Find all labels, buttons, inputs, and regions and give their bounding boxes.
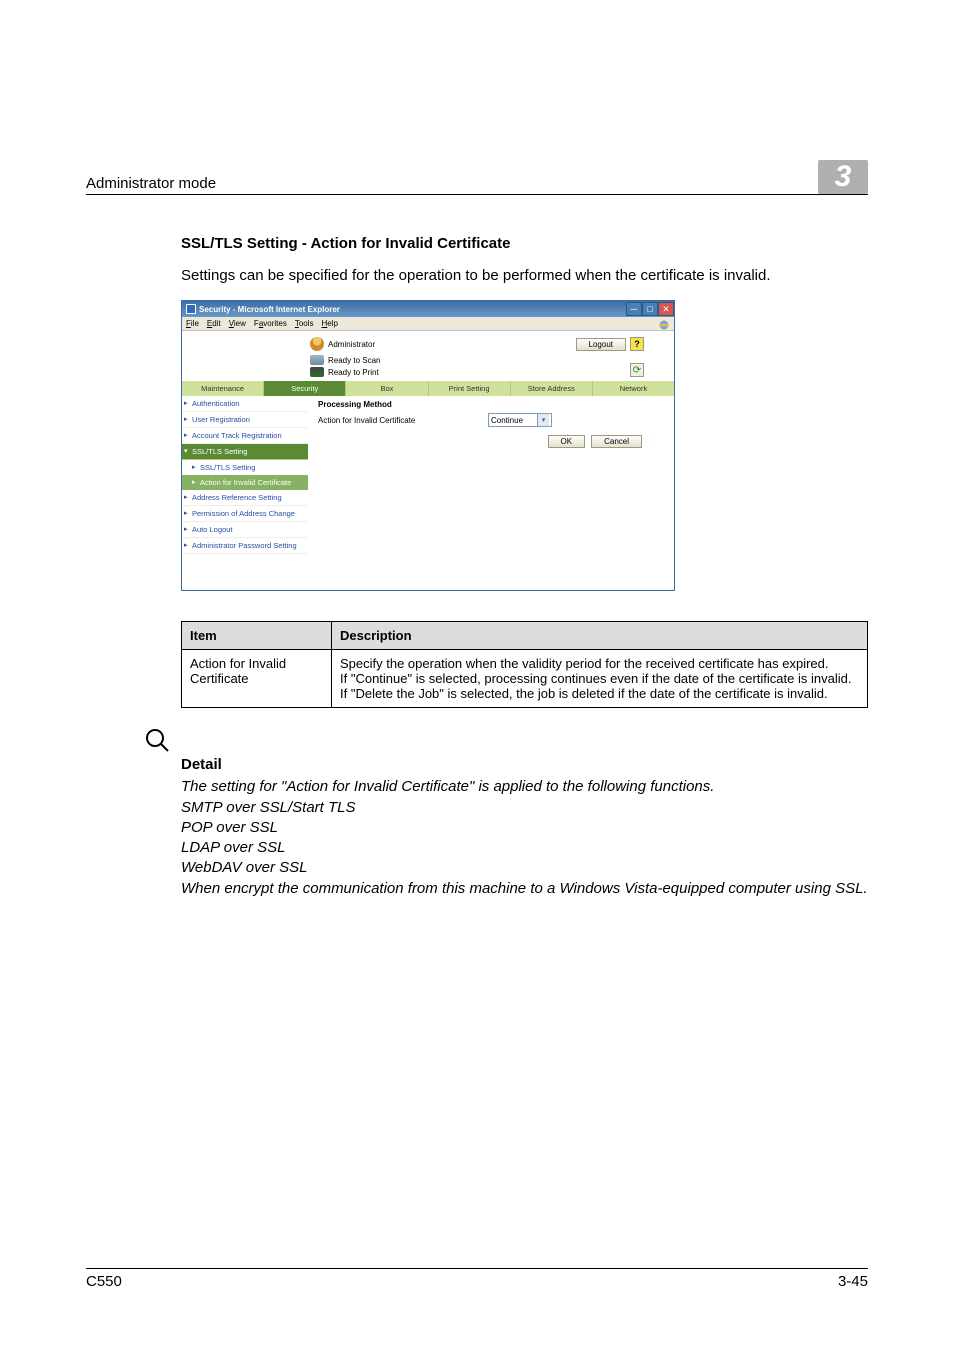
- sidebar-item-ssltls-setting[interactable]: SSL/TLS Setting: [182, 460, 308, 475]
- tab-print-setting[interactable]: Print Setting: [429, 381, 511, 396]
- administrator-icon: [310, 337, 324, 351]
- table-header-description: Description: [332, 622, 868, 650]
- table-cell-description: Specify the operation when the validity …: [332, 650, 868, 708]
- sidebar: Authentication User Registration Account…: [182, 396, 308, 554]
- chapter-number-badge: 3: [818, 160, 868, 194]
- menu-tools[interactable]: Tools: [295, 319, 314, 328]
- administrator-label: Administrator: [328, 340, 375, 349]
- tab-store-address[interactable]: Store Address: [511, 381, 593, 396]
- sidebar-item-address-reference[interactable]: Address Reference Setting: [182, 490, 308, 506]
- tab-box[interactable]: Box: [346, 381, 428, 396]
- tab-maintenance[interactable]: Maintenance: [182, 381, 264, 396]
- menu-file[interactable]: File: [186, 319, 199, 328]
- window-titlebar: Security - Microsoft Internet Explorer ─…: [182, 301, 674, 317]
- section-heading: SSL/TLS Setting - Action for Invalid Cer…: [181, 235, 868, 252]
- action-select-value: Continue: [491, 416, 523, 425]
- menu-edit[interactable]: Edit: [207, 319, 221, 328]
- sidebar-item-permission-address[interactable]: Permission of Address Change: [182, 506, 308, 522]
- close-button[interactable]: ✕: [658, 302, 674, 316]
- menu-view[interactable]: View: [229, 319, 246, 328]
- sidebar-item-authentication[interactable]: Authentication: [182, 396, 308, 412]
- cancel-button[interactable]: Cancel: [591, 435, 642, 448]
- field-label-action: Action for Invalid Certificate: [318, 416, 458, 425]
- detail-heading: Detail: [181, 756, 868, 773]
- sidebar-item-account-track[interactable]: Account Track Registration: [182, 428, 308, 444]
- help-button[interactable]: ?: [630, 337, 644, 351]
- sidebar-group-ssltls[interactable]: SSL/TLS Setting: [182, 444, 308, 460]
- browser-menubar: File Edit View Favorites Tools Help: [182, 317, 674, 331]
- running-header: Administrator mode: [86, 175, 216, 192]
- menu-favorites[interactable]: Favorites: [254, 319, 287, 328]
- maximize-button[interactable]: □: [642, 302, 658, 316]
- detail-body: The setting for "Action for Invalid Cert…: [181, 777, 868, 899]
- action-select[interactable]: Continue ▾: [488, 413, 552, 427]
- table-cell-item: Action for Invalid Certificate: [182, 650, 332, 708]
- section-intro: Settings can be specified for the operat…: [181, 266, 868, 286]
- sidebar-item-auto-logout[interactable]: Auto Logout: [182, 522, 308, 538]
- ie-icon: [186, 304, 196, 314]
- sidebar-item-user-registration[interactable]: User Registration: [182, 412, 308, 428]
- ok-button[interactable]: OK: [548, 435, 586, 448]
- tab-network[interactable]: Network: [593, 381, 674, 396]
- menu-help[interactable]: Help: [322, 319, 338, 328]
- browser-window: Security - Microsoft Internet Explorer ─…: [181, 300, 675, 591]
- table-header-item: Item: [182, 622, 332, 650]
- footer-model: C550: [86, 1273, 122, 1290]
- minimize-button[interactable]: ─: [626, 302, 642, 316]
- tab-security[interactable]: Security: [264, 381, 346, 396]
- printer-icon: [310, 367, 324, 377]
- status-print: Ready to Print: [328, 368, 379, 377]
- chevron-down-icon: ▾: [537, 414, 549, 426]
- window-title: Security - Microsoft Internet Explorer: [199, 305, 340, 314]
- ie-throbber-icon: [658, 319, 670, 331]
- refresh-button[interactable]: ⟳: [630, 363, 644, 377]
- main-panel: Processing Method Action for Invalid Cer…: [308, 396, 674, 554]
- table-row: Action for Invalid Certificate Specify t…: [182, 650, 868, 708]
- top-tabs: Maintenance Security Box Print Setting S…: [182, 381, 674, 396]
- logout-button[interactable]: Logout: [576, 338, 626, 351]
- description-table: Item Description Action for Invalid Cert…: [181, 621, 868, 708]
- magnifier-icon: [145, 728, 171, 754]
- panel-title: Processing Method: [318, 400, 644, 409]
- sidebar-item-action-invalid-cert[interactable]: Action for Invalid Certificate: [182, 475, 308, 490]
- scanner-icon: [310, 355, 324, 365]
- status-scan: Ready to Scan: [328, 356, 380, 365]
- sidebar-item-admin-password[interactable]: Administrator Password Setting: [182, 538, 308, 554]
- footer-page: 3-45: [838, 1273, 868, 1290]
